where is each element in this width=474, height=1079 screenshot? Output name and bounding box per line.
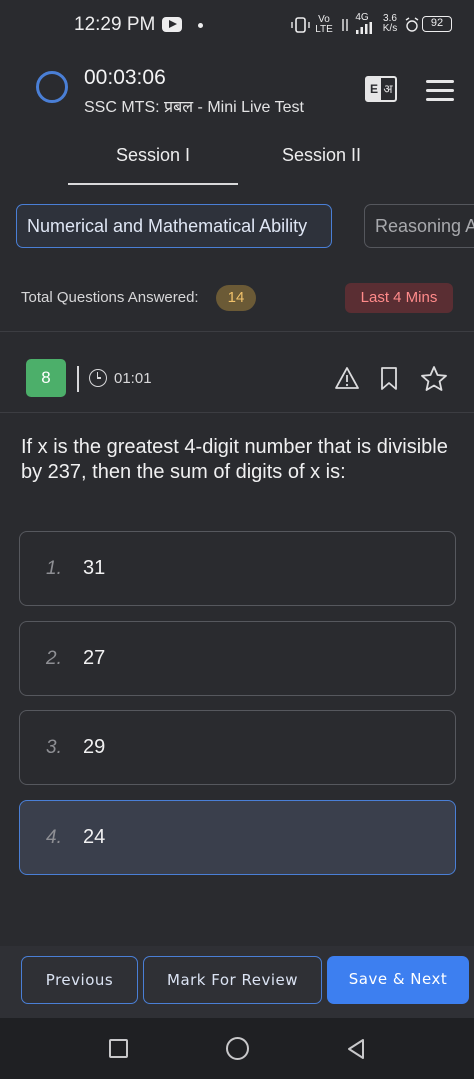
question-time: 01:01 [114, 370, 152, 387]
tab-session-1[interactable]: Session I [116, 145, 190, 166]
option-4[interactable]: 4. 24 [19, 800, 456, 875]
volte-bottom-label: LTE [315, 24, 333, 35]
vibrate-icon [291, 17, 310, 33]
data-arrows-icon [342, 19, 348, 31]
clock-icon [89, 369, 107, 387]
option-number: 4. [46, 827, 62, 848]
nav-home-icon[interactable] [226, 1037, 249, 1060]
lang-hindi-label: अ [383, 82, 393, 96]
net-speed-unit: K/s [382, 23, 398, 34]
notification-dot-icon [198, 23, 203, 28]
option-3[interactable]: 3. 29 [19, 710, 456, 785]
section-numerical[interactable]: Numerical and Mathematical Ability [16, 204, 332, 248]
nav-recents-icon[interactable] [109, 1039, 128, 1058]
signal-icon [356, 22, 372, 34]
progress-ring-icon [36, 71, 68, 103]
option-1[interactable]: 1. 31 [19, 531, 456, 606]
lang-english-label: E [367, 78, 381, 100]
section-reasoning[interactable]: Reasoning A [364, 204, 474, 248]
volte-indicator: Vo LTE [314, 15, 334, 35]
language-toggle-icon[interactable]: E अ [365, 76, 397, 102]
bookmark-icon[interactable] [378, 366, 400, 392]
battery-icon: 92 [422, 16, 452, 32]
status-time: 12:29 PM [74, 14, 156, 35]
answered-count-badge: 14 [216, 285, 256, 311]
option-2[interactable]: 2. 27 [19, 621, 456, 696]
answered-label: Total Questions Answered: [21, 289, 199, 306]
option-value: 29 [83, 736, 106, 758]
separator [77, 366, 79, 392]
menu-icon[interactable] [426, 80, 454, 107]
option-number: 2. [46, 648, 62, 669]
youtube-icon [162, 17, 182, 32]
alarm-icon [405, 17, 419, 32]
option-number: 3. [46, 737, 62, 758]
test-title: SSC MTS: प्रबल - Mini Live Test [84, 99, 304, 116]
test-timer: 00:03:06 [84, 66, 166, 89]
tab-session-2[interactable]: Session II [282, 145, 361, 166]
option-number: 1. [46, 558, 62, 579]
question-text: If x is the greatest 4-digit number that… [21, 436, 448, 483]
warning-icon[interactable] [334, 366, 360, 391]
question-number-badge: 8 [26, 359, 66, 397]
divider [0, 331, 474, 332]
net-speed: 3.6 K/s [380, 14, 400, 34]
star-icon[interactable] [420, 365, 448, 392]
nav-back-icon[interactable] [345, 1037, 367, 1061]
option-value: 24 [83, 826, 106, 848]
mark-for-review-button[interactable]: Mark For Review [143, 956, 322, 1004]
divider [0, 412, 474, 413]
option-value: 31 [83, 557, 106, 579]
time-warning-badge: Last 4 Mins [345, 283, 453, 313]
previous-button[interactable]: Previous [21, 956, 138, 1004]
option-value: 27 [83, 647, 106, 669]
save-next-button[interactable]: Save & Next [327, 956, 469, 1004]
active-tab-indicator [68, 183, 238, 185]
